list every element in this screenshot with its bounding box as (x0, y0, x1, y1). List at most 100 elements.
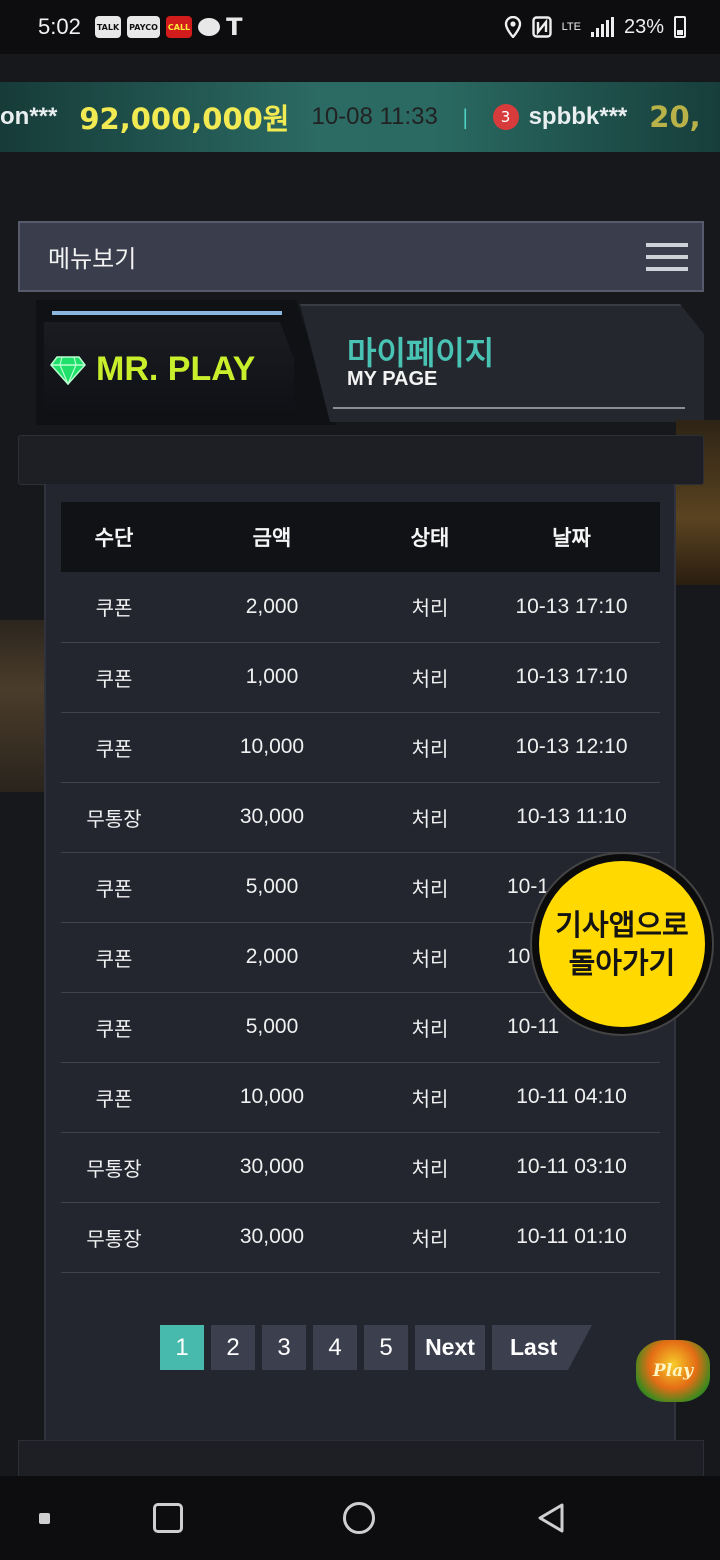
panel-header (18, 435, 704, 485)
rank-badge: 3 (492, 104, 519, 130)
cell-status: 처리 (411, 1226, 449, 1251)
return-button-line1: 기사앱으로 (555, 908, 689, 942)
cell-status: 처리 (411, 1016, 449, 1041)
cell-method: 쿠폰 (95, 876, 133, 901)
cell-amount: 10,000 (239, 1085, 305, 1108)
cell-date: 10-13 17:10 (515, 665, 628, 688)
cell-status: 처리 (411, 736, 449, 761)
cell-method: 쿠폰 (95, 1086, 133, 1111)
page-subtitle: MY PAGE (347, 368, 438, 390)
mr-play-mascot-icon[interactable]: Play (636, 1340, 710, 1402)
pagination: 1 2 3 4 5 Next Last (160, 1325, 592, 1370)
background-figure-left (0, 620, 44, 792)
page-header: MR. PLAY 마이페이지 MY PAGE (18, 300, 704, 425)
recent-apps-icon[interactable] (153, 1503, 183, 1533)
cell-amount: 5,000 (245, 875, 299, 898)
cell-status: 처리 (411, 666, 449, 691)
cell-status: 처리 (411, 946, 449, 971)
status-time: 5:02 (38, 14, 81, 39)
cell-amount: 30,000 (239, 1155, 305, 1178)
column-status: 상태 (410, 526, 450, 550)
title-underline (333, 407, 685, 409)
cell-amount: 2,000 (245, 594, 299, 618)
battery-percent: 23% (623, 15, 664, 38)
cell-amount: 5,000 (245, 1015, 299, 1038)
nfc-icon (531, 16, 552, 38)
menu-toggle-bar[interactable]: 메뉴보기 (18, 221, 704, 292)
page-4-button[interactable]: 4 (313, 1325, 357, 1370)
column-amount: 금액 (252, 526, 292, 550)
cell-method: 쿠폰 (95, 736, 133, 761)
cell-method: 쿠폰 (95, 1016, 133, 1041)
cell-date: 10-13 17:10 (515, 594, 628, 618)
cell-date: 10-11 01:10 (516, 1225, 627, 1248)
table-row: 쿠폰 10,000 처리 10-13 12:10 (61, 712, 660, 782)
return-button-line2: 돌아가기 (568, 946, 676, 980)
battery-icon (674, 16, 686, 38)
table-row: 무통장 30,000 처리 10-11 01:10 (61, 1202, 660, 1272)
ticker-date: 10-08 11:33 (311, 103, 438, 130)
next-page-button[interactable]: Next (415, 1325, 485, 1370)
cell-method: 무통장 (86, 806, 142, 831)
cell-amount: 2,000 (245, 945, 299, 968)
signal-icon (590, 17, 614, 37)
page-2-button[interactable]: 2 (211, 1325, 255, 1370)
menu-label: 메뉴보기 (48, 245, 137, 273)
android-nav-bar (0, 1476, 720, 1560)
cell-method: 쿠폰 (95, 596, 133, 621)
cell-status: 처리 (411, 596, 449, 621)
last-page-button[interactable]: Last (492, 1325, 592, 1370)
home-icon[interactable] (343, 1502, 375, 1534)
cell-status: 처리 (411, 806, 449, 831)
cell-amount: 10,000 (239, 735, 305, 758)
table-row: 무통장 30,000 처리 10-11 03:10 (61, 1132, 660, 1202)
cell-date: 10-11 03:10 (516, 1155, 627, 1178)
column-method: 수단 (94, 526, 134, 550)
cell-amount: 30,000 (239, 1225, 305, 1248)
ticker-next-user: spbbk*** (528, 103, 628, 130)
notification-icons: TALK PAYCO CALL T (94, 13, 243, 41)
page-3-button[interactable]: 3 (262, 1325, 306, 1370)
banner-light-strip (52, 311, 282, 315)
cell-amount: 30,000 (239, 805, 305, 828)
cell-method: 쿠폰 (95, 666, 133, 691)
jackpot-ticker: on*** 92,000,000원 10-08 11:33 | 3 spbbk*… (0, 82, 720, 152)
table-row: 쿠폰 1,000 처리 10-13 17:10 (61, 642, 660, 712)
payco-icon: PAYCO (127, 16, 160, 38)
cell-status: 처리 (411, 876, 449, 901)
system-indicators: LTE 23% (504, 0, 686, 54)
table-row: 무통장 30,000 처리 10-13 11:10 (61, 782, 660, 852)
call-icon: CALL (165, 16, 193, 38)
cell-status: 처리 (411, 1086, 449, 1111)
ticker-next-amount: 20, (649, 100, 701, 134)
table-row: 쿠폰 10,000 처리 10-11 04:10 (61, 1062, 660, 1132)
chat-bubble-icon (198, 18, 221, 36)
network-label: LTE (561, 20, 581, 33)
status-bar: 5:02 TALK PAYCO CALL T LTE 23% (0, 0, 720, 54)
talk-icon: TALK (94, 16, 122, 38)
panel-footer (18, 1440, 704, 1480)
return-to-driver-app-button[interactable]: 기사앱으로 돌아가기 (532, 854, 712, 1034)
cell-date: 10-13 12:10 (515, 735, 628, 758)
menu-dot-icon[interactable] (39, 1513, 50, 1524)
hamburger-icon[interactable] (646, 242, 688, 271)
t-icon: T (226, 13, 243, 41)
table-header-row: 수단 금액 상태 날짜 (61, 502, 660, 572)
table-row: 쿠폰 2,000 처리 10-13 17:10 (61, 572, 660, 642)
cell-method: 무통장 (86, 1226, 142, 1251)
cell-date: 10-11 04:10 (516, 1085, 627, 1108)
cell-status: 처리 (411, 1156, 449, 1181)
ticker-separator: | (461, 105, 469, 129)
brand-logo[interactable]: MR. PLAY (50, 350, 255, 389)
page-1-button[interactable]: 1 (160, 1325, 204, 1370)
ticker-user: on*** (0, 103, 58, 130)
page-5-button[interactable]: 5 (364, 1325, 408, 1370)
cell-date: 10-13 11:10 (516, 805, 627, 828)
mascot-label: Play (652, 1361, 694, 1381)
cell-amount: 1,000 (245, 665, 299, 688)
column-date: 날짜 (552, 526, 591, 550)
back-icon[interactable] (536, 1502, 566, 1534)
location-icon (504, 16, 521, 38)
cell-method: 쿠폰 (95, 946, 133, 971)
ticker-amount: 92,000,000원 (79, 102, 290, 136)
